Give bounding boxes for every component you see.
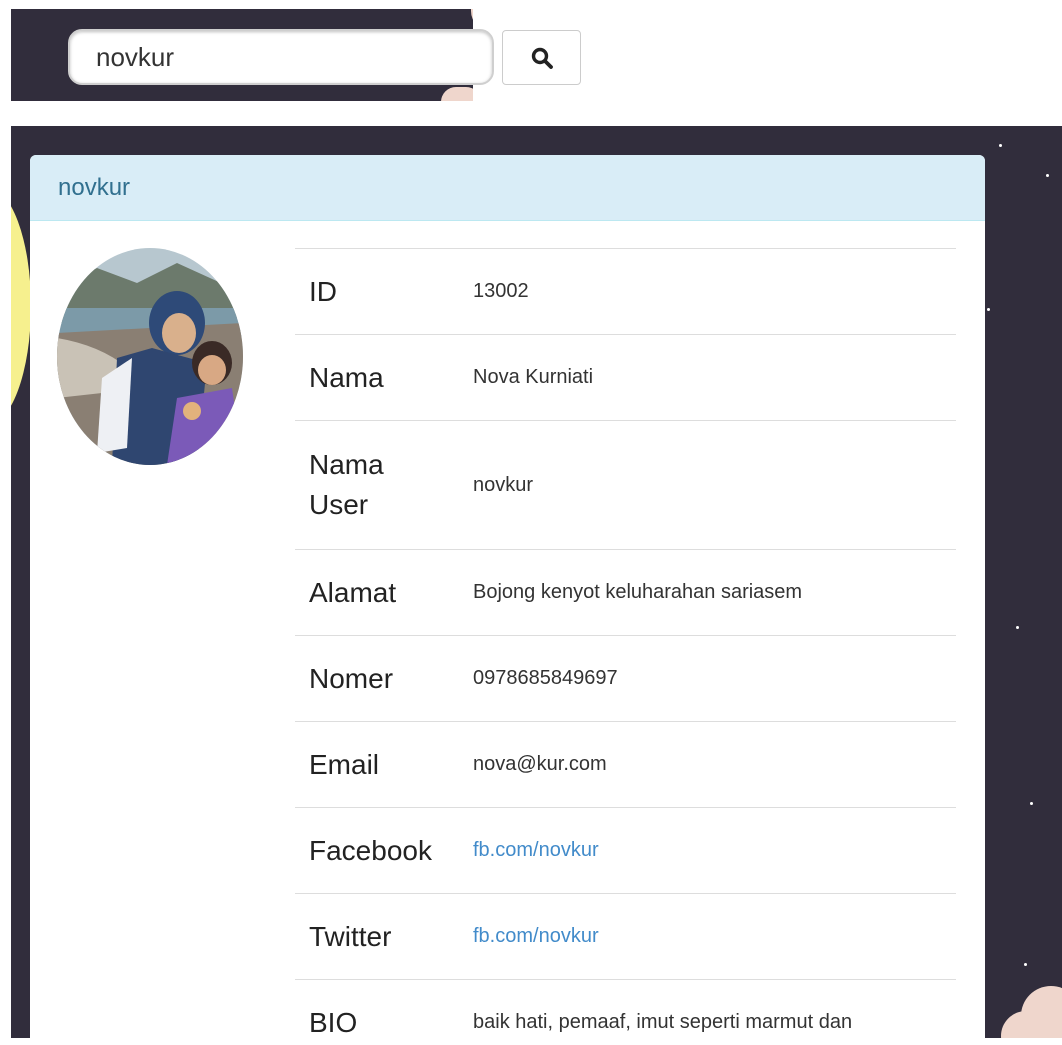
twitter-link[interactable]: fb.com/novkur: [473, 925, 599, 947]
star: [1024, 963, 1027, 966]
panel-title: novkur: [58, 174, 130, 202]
field-value: Nova Kurniati: [459, 335, 956, 421]
star: [1046, 174, 1049, 177]
field-value: fb.com/novkur: [459, 894, 956, 980]
field-label: Email: [295, 722, 459, 808]
star: [999, 144, 1002, 147]
decorative-moon: [11, 186, 31, 426]
table-row: ID 13002: [295, 249, 956, 335]
facebook-link[interactable]: fb.com/novkur: [473, 839, 599, 861]
decorative-shape: [441, 87, 473, 101]
field-value: fb.com/novkur: [459, 808, 956, 894]
star: [1016, 626, 1019, 629]
field-label-line: Nama: [309, 445, 459, 485]
field-label: Facebook: [295, 808, 459, 894]
profile-info-table: ID 13002 Nama Nova Kurniati Nama User no…: [295, 248, 956, 1045]
table-row: BIO baik hati, pemaaf, imut seperti marm…: [295, 980, 956, 1045]
field-value: 13002: [459, 249, 956, 335]
field-label: Alamat: [295, 550, 459, 636]
search-input[interactable]: [68, 29, 494, 85]
field-value: novkur: [459, 421, 956, 550]
field-value: baik hati, pemaaf, imut seperti marmut d…: [459, 980, 956, 1045]
table-row: Facebook fb.com/novkur: [295, 808, 956, 894]
field-label: Nama User: [295, 421, 459, 550]
profile-panel: novkur ID 13002 Nama Nova Kurniati: [30, 155, 985, 1045]
field-label: Nomer: [295, 636, 459, 722]
table-row: Twitter fb.com/novkur: [295, 894, 956, 980]
decorative-shape: [471, 9, 473, 31]
field-label-line: User: [309, 485, 459, 525]
star: [987, 308, 990, 311]
table-row: Nama Nova Kurniati: [295, 335, 956, 421]
field-label: BIO: [295, 980, 459, 1045]
table-row: Nama User novkur: [295, 421, 956, 550]
field-value: Bojong kenyot keluharahan sariasem: [459, 550, 956, 636]
table-row: Email nova@kur.com: [295, 722, 956, 808]
search-icon: [530, 46, 554, 70]
field-value: 0978685849697: [459, 636, 956, 722]
profile-photo: [57, 248, 243, 465]
star: [1030, 802, 1033, 805]
table-row: Alamat Bojong kenyot keluharahan sariase…: [295, 550, 956, 636]
field-label: ID: [295, 249, 459, 335]
avatar: [57, 248, 243, 465]
search-button[interactable]: [502, 30, 581, 85]
field-label: Nama: [295, 335, 459, 421]
panel-heading: novkur: [30, 155, 985, 221]
field-value: nova@kur.com: [459, 722, 956, 808]
field-label: Twitter: [295, 894, 459, 980]
table-row: Nomer 0978685849697: [295, 636, 956, 722]
